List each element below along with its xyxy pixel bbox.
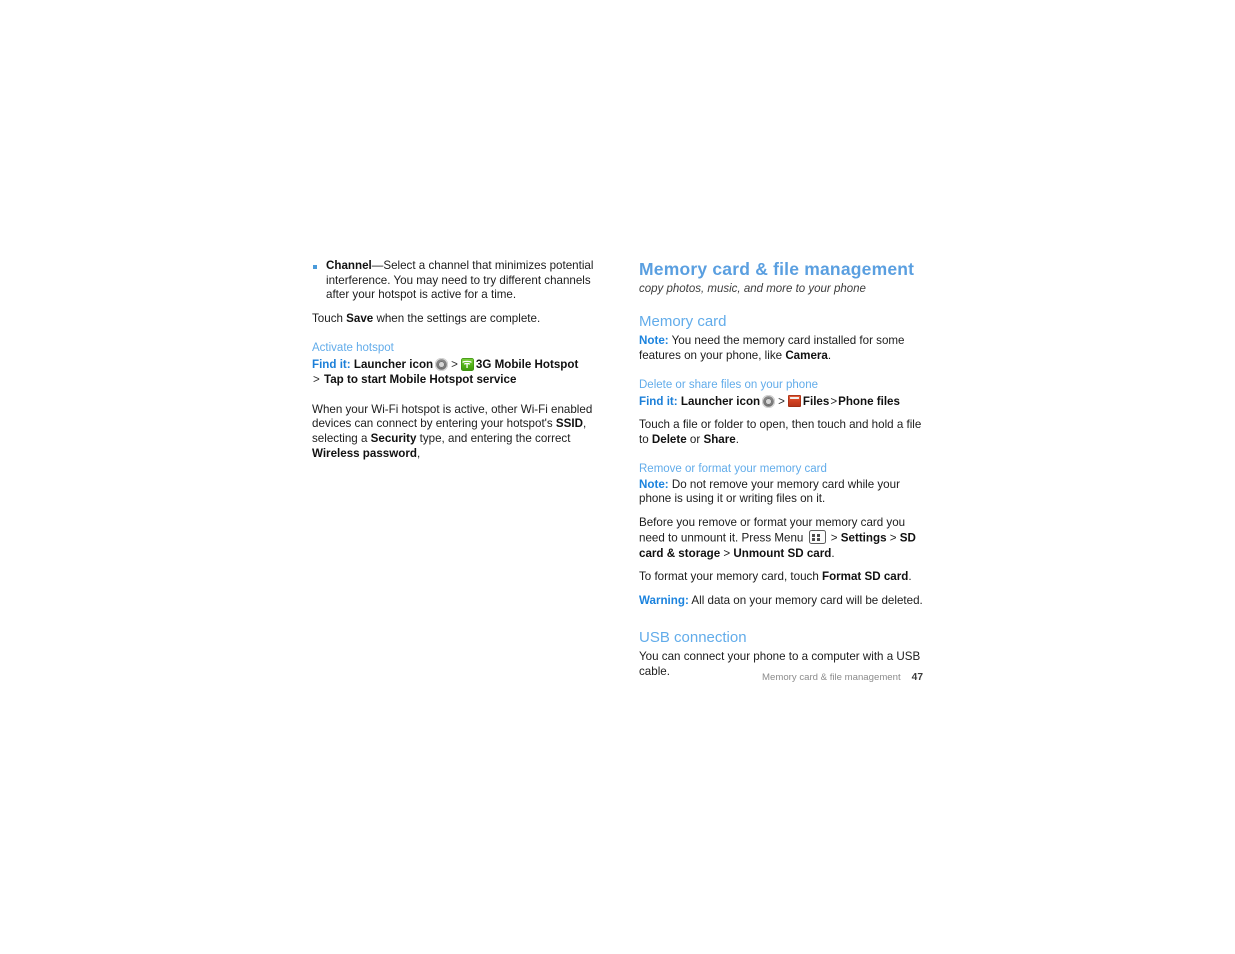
- path-separator-2: >: [830, 394, 838, 408]
- find-it-hotspot-path: Find it: Launcher icon >3G Mobile Hotspot…: [312, 357, 596, 388]
- warning-label: Warning:: [639, 593, 689, 607]
- path-step-3g-hotspot: 3G Mobile Hotspot: [475, 357, 579, 371]
- chapter-subtitle: copy photos, music, and more to your pho…: [639, 283, 866, 296]
- unmount-separator-1: >: [827, 531, 841, 545]
- save-para-after: when the settings are complete.: [373, 311, 541, 325]
- list-item: Channel—Select a channel that minimizes …: [312, 259, 596, 303]
- heading-activate-hotspot: Activate hotspot: [312, 342, 394, 355]
- touch-save-paragraph: Touch Save when the settings are complet…: [312, 312, 596, 327]
- heading-usb-connection: USB connection: [639, 629, 747, 647]
- wifi-hotspot-paragraph: When your Wi-Fi hotspot is active, other…: [312, 403, 596, 461]
- unmount-separator-3: >: [720, 546, 734, 560]
- format-bold-format-sd: Format SD card: [822, 570, 909, 584]
- wifi-text-4: ,: [416, 446, 421, 460]
- warning-text: All data on your memory card will be del…: [688, 593, 923, 607]
- find-it-files-path: Find it: Launcher icon > Files>Phone files: [639, 394, 923, 410]
- unmount-text-2: .: [831, 546, 835, 560]
- path-step-files: Files: [802, 394, 830, 408]
- warning-paragraph: Warning: All data on your memory card wi…: [639, 594, 923, 609]
- page-footer: Memory card & file management 47: [639, 671, 923, 684]
- format-text-2: .: [908, 570, 912, 584]
- page-number: 47: [911, 672, 923, 683]
- wifi-text-1: When your Wi-Fi hotspot is active, other…: [312, 402, 593, 431]
- 3g-hotspot-icon: [460, 357, 474, 371]
- launcher-icon: [435, 357, 449, 371]
- wifi-bold-password: Wireless password: [312, 446, 417, 460]
- menu-icon: [808, 530, 826, 544]
- note-text-2: .: [827, 348, 832, 362]
- format-paragraph: To format your memory card, touch Format…: [639, 570, 923, 585]
- note-label: Note:: [639, 477, 669, 491]
- touch-text-3: .: [735, 432, 739, 446]
- unmount-separator-2: >: [886, 531, 900, 545]
- bullet-term: Channel: [326, 259, 372, 272]
- footer-chapter-label: Memory card & file management: [762, 672, 901, 683]
- path-separator: >: [778, 394, 785, 408]
- launcher-icon: [762, 394, 776, 408]
- document-page: Channel—Select a channel that minimizes …: [0, 0, 1235, 954]
- save-bold: Save: [346, 311, 374, 325]
- path-separator-2: >: [313, 373, 320, 387]
- note-remove-text: Do not remove your memory card while you…: [639, 477, 900, 506]
- wifi-bold-ssid: SSID: [555, 417, 583, 431]
- unmount-bold-settings: Settings: [840, 531, 887, 545]
- path-step-launcher: Launcher icon: [680, 394, 761, 408]
- bullet-square-icon: [313, 264, 317, 269]
- page-title: Memory card & file management: [639, 259, 915, 279]
- path-step-tap-to-start: Tap to start Mobile Hotspot service: [324, 373, 517, 387]
- wifi-text-3: type, and entering the correct: [416, 431, 571, 445]
- channel-bullet-list: Channel—Select a channel that minimizes …: [312, 259, 596, 303]
- find-it-label: Find it:: [639, 394, 678, 408]
- path-separator: >: [451, 357, 458, 371]
- right-column: Memory card & file management copy photo…: [639, 259, 923, 689]
- note-text-1: You need the memory card installed for s…: [639, 334, 905, 362]
- heading-memory-card: Memory card: [639, 313, 727, 331]
- format-text-1: To format your memory card, touch: [639, 570, 822, 584]
- note-label: Note:: [639, 334, 669, 348]
- touch-bold-delete: Delete: [651, 432, 687, 446]
- touch-bold-share: Share: [703, 432, 736, 446]
- touch-file-paragraph: Touch a file or folder to open, then tou…: [639, 418, 923, 447]
- heading-remove-format-card: Remove or format your memory card: [639, 463, 827, 476]
- find-it-label: Find it:: [312, 357, 351, 371]
- unmount-paragraph: Before you remove or format your memory …: [639, 516, 923, 561]
- touch-text-2: or: [686, 432, 704, 446]
- save-para-before: Touch: [312, 311, 347, 325]
- left-column: Channel—Select a channel that minimizes …: [312, 259, 596, 470]
- path-step-launcher: Launcher icon: [353, 357, 434, 371]
- note-bold-camera: Camera: [785, 348, 828, 362]
- files-folder-icon: [787, 395, 801, 407]
- note-memory-card-paragraph: Note: You need the memory card installed…: [639, 334, 923, 363]
- path-step-phone-files: Phone files: [838, 394, 900, 408]
- note-remove-paragraph: Note: Do not remove your memory card whi…: [639, 478, 923, 507]
- unmount-bold-unmount: Unmount SD card: [733, 546, 832, 560]
- heading-delete-share-files: Delete or share files on your phone: [639, 379, 818, 392]
- wifi-bold-security: Security: [370, 431, 417, 445]
